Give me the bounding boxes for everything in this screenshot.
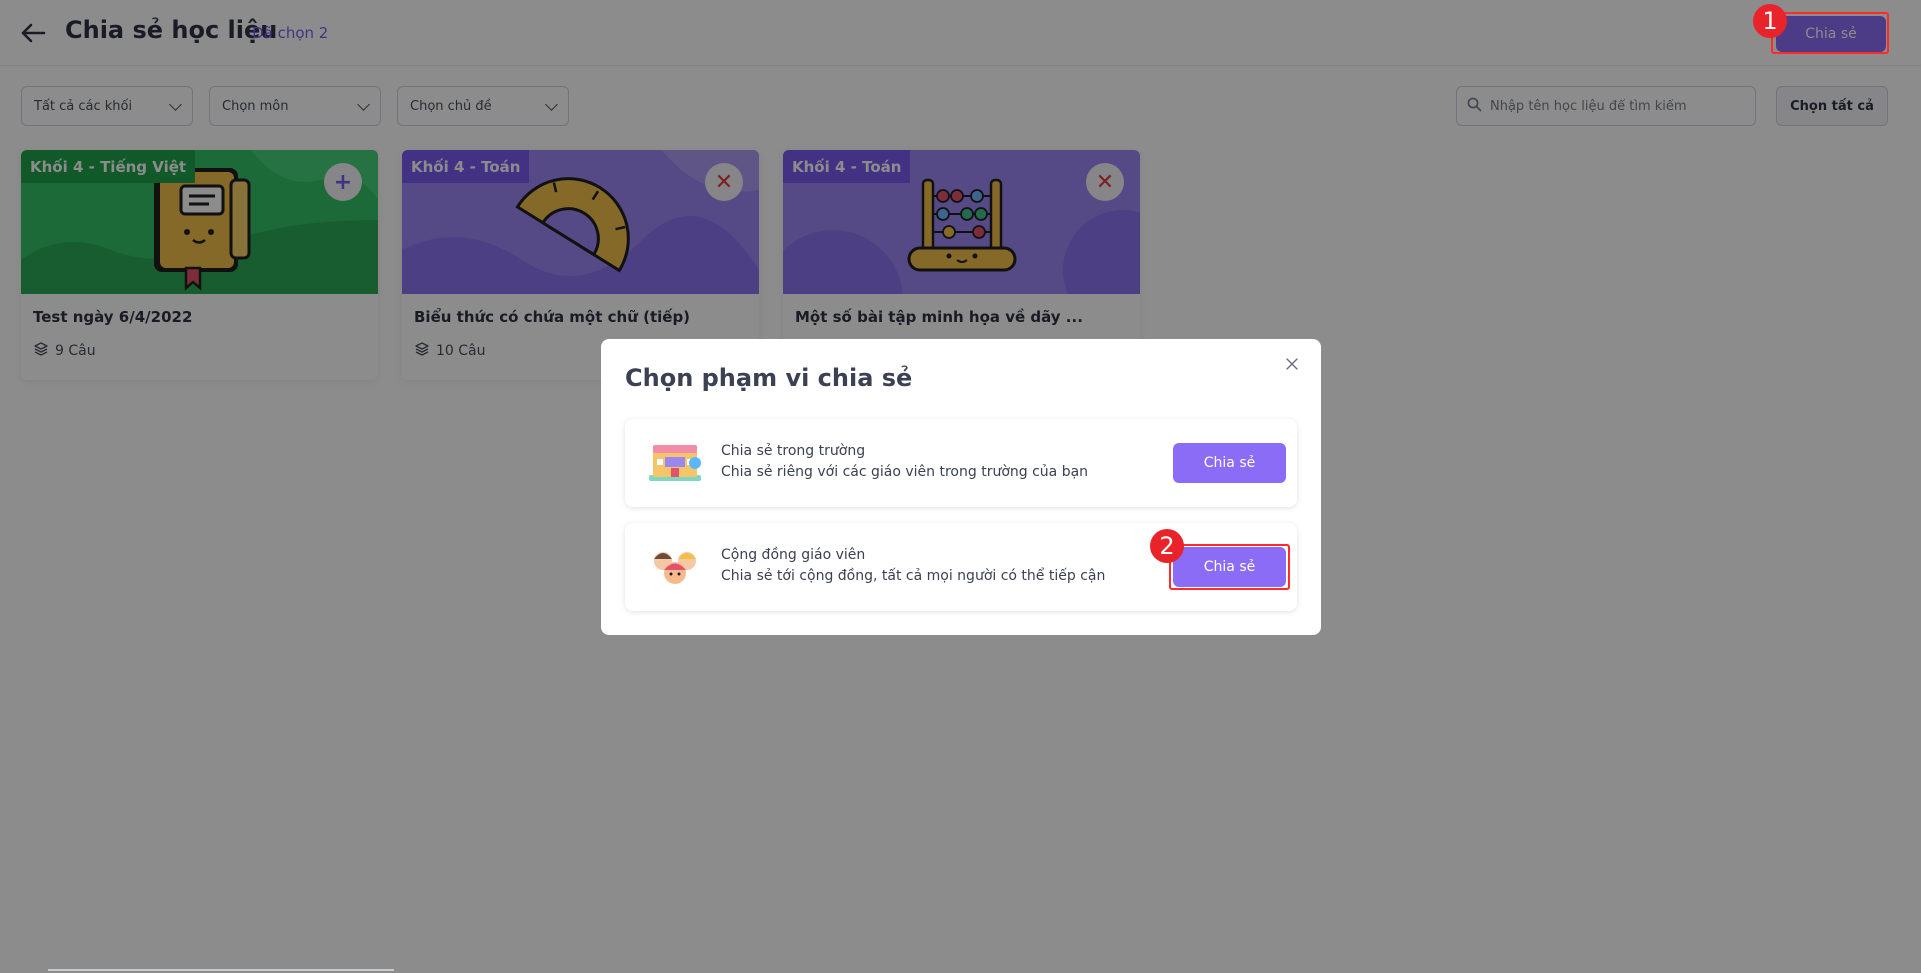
highlight-box [1771, 12, 1889, 54]
option-title: Cộng đồng giáo viên [721, 547, 866, 563]
scroll-indicator [48, 969, 394, 971]
option-description: Chia sẻ tới cộng đồng, tất cả mọi người … [721, 568, 1106, 584]
step-marker: 2 [1150, 529, 1184, 563]
modal-title: Chọn phạm vi chia sẻ [625, 364, 913, 392]
option-description: Chia sẻ riêng với các giáo viên trong tr… [721, 464, 1089, 480]
school-building-icon [649, 445, 701, 481]
close-icon[interactable] [1281, 353, 1303, 375]
option-title: Chia sẻ trong trường [721, 443, 866, 459]
teachers-community-icon [654, 552, 696, 584]
share-community-option: Cộng đồng giáo viên Chia sẻ tới cộng đồn… [625, 523, 1297, 611]
share-scope-modal: Chọn phạm vi chia sẻ Chia sẻ trong trườn… [601, 339, 1321, 635]
share-school-button[interactable]: Chia sẻ [1173, 443, 1286, 483]
share-school-option: Chia sẻ trong trường Chia sẻ riêng với c… [625, 419, 1297, 507]
highlight-box [1169, 544, 1290, 590]
step-marker: 1 [1753, 4, 1787, 38]
